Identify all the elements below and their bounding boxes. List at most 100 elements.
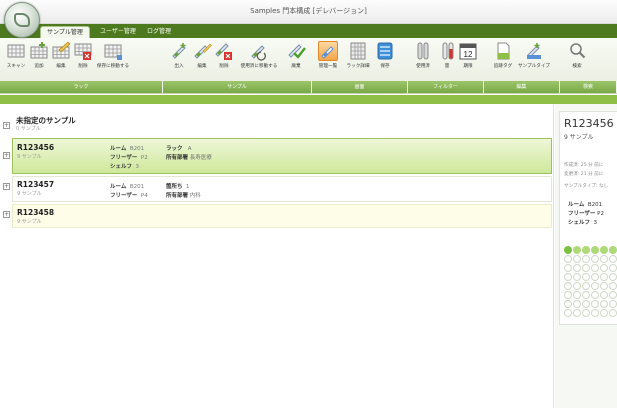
tube-red-icon [438,41,458,61]
empty-slot-dot[interactable] [564,291,572,299]
empty-slot-dot[interactable] [600,255,608,263]
storage-button[interactable]: 保存 [375,41,395,77]
empty-slot-dot[interactable] [591,300,599,308]
empty-slot-dot[interactable] [573,264,581,272]
empty-slot-dot[interactable] [600,282,608,290]
empty-slot-dot[interactable] [564,282,572,290]
ribbon-tab-bar: サンプル管理 ユーザー管理 ログ管理 [0,24,617,38]
sample-list-button[interactable]: 管理一覧 [315,41,341,77]
empty-slot-dot[interactable] [600,309,608,317]
empty-slot-dot[interactable] [609,255,617,263]
empty-slot-dot[interactable] [591,282,599,290]
app-logo-icon [14,13,30,27]
expand-toggle-icon[interactable]: + [3,183,10,190]
detail-rack-id: R123456 [564,117,614,130]
rack-detail-card: R123456 9 サンプル 作成済: 25 分 前に 変更済: 21 分 前に… [559,111,617,325]
empty-slot-dot[interactable] [573,282,581,290]
filled-slot-dot[interactable] [564,246,572,254]
grid-delete-icon [73,41,93,61]
tab-log-management[interactable]: ログ管理 [141,26,177,38]
empty-slot-dot[interactable] [600,273,608,281]
empty-slot-dot[interactable] [582,273,590,281]
empty-slot-dot[interactable] [609,264,617,272]
rack-field: ラック A [166,146,192,152]
tube-type-icon [524,41,544,61]
empty-slot-dot[interactable] [582,282,590,290]
filled-slot-dot[interactable] [600,246,608,254]
app-menu-button[interactable] [4,2,40,38]
expand-toggle-icon[interactable]: + [3,122,10,129]
empty-slot-dot[interactable] [600,291,608,299]
empty-slot-dot[interactable] [591,291,599,299]
edit-sample-button[interactable]: 編集 [192,41,212,77]
rack-sample-count: 9 サンプル [17,191,42,197]
rack-id: R123458 [17,208,55,217]
filter-amount-button[interactable]: 量 [438,41,456,77]
discard-sample-button[interactable]: 廃棄 [284,41,308,77]
empty-slot-dot[interactable] [609,300,617,308]
window-title: Samples 門本構成 [デレバージョン] [250,7,367,15]
delete-rack-button[interactable]: 削除 [73,41,93,77]
empty-slot-dot[interactable] [591,309,599,317]
empty-slot-dot[interactable] [582,309,590,317]
sample-type-button[interactable]: サンプルタイプ [518,41,550,77]
rack-icon [348,41,368,61]
add-rack-button[interactable]: 追加 [29,41,49,77]
unassigned-group-header[interactable]: 未指定のサンプル 0 サンプル [12,113,552,134]
empty-slot-dot[interactable] [564,300,572,308]
empty-slot-dot[interactable] [582,300,590,308]
scan-button[interactable]: スキャン [5,41,27,77]
move-to-used-button[interactable]: 使用済に移動する [236,41,282,77]
empty-slot-dot[interactable] [609,309,617,317]
empty-slot-dot[interactable] [564,309,572,317]
empty-slot-dot[interactable] [564,255,572,263]
search-button[interactable]: 検索 [566,41,588,77]
detail-freezer: フリーザー P2 [568,211,604,217]
filled-slot-dot[interactable] [582,246,590,254]
freezer-field: フリーザー P4 [110,193,148,199]
detail-sample-count: 9 サンプル [564,134,594,141]
empty-slot-dot[interactable] [609,273,617,281]
empty-slot-dot[interactable] [573,273,581,281]
edit-rack-button[interactable]: 編集 [51,41,71,77]
empty-slot-dot[interactable] [609,291,617,299]
filled-slot-dot[interactable] [573,246,581,254]
empty-slot-dot[interactable] [564,264,572,272]
checkout-sample-button[interactable]: 出入 [168,41,190,77]
calendar-day: 12 [464,50,473,59]
table-row[interactable]: R123456 9 サンプル ルーム B201 フリーザー P2 シェルフ 3 … [12,138,552,174]
empty-slot-dot[interactable] [573,291,581,299]
empty-slot-dot[interactable] [591,273,599,281]
empty-slot-dot[interactable] [573,255,581,263]
empty-slot-dot[interactable] [591,255,599,263]
storage-icon [375,41,395,61]
table-row[interactable]: R123458 9 サンプル [12,204,552,228]
filled-slot-dot[interactable] [609,246,617,254]
empty-slot-dot[interactable] [582,264,590,272]
filled-slot-dot[interactable] [591,246,599,254]
filter-period-button[interactable]: 12 期限 [458,41,478,77]
rack-detail-button[interactable]: ラック詳細 [345,41,371,77]
empty-slot-dot[interactable] [600,264,608,272]
filter-used-button[interactable]: 使用済 [412,41,434,77]
move-to-storage-button[interactable]: 保存に移動する [95,41,131,77]
empty-slot-dot[interactable] [564,273,572,281]
empty-slot-dot[interactable] [573,309,581,317]
empty-slot-dot[interactable] [573,300,581,308]
empty-slot-dot[interactable] [609,282,617,290]
green-separator-bar [0,95,617,104]
empty-slot-dot[interactable] [600,300,608,308]
group-sample: サンプル [163,81,312,93]
tab-sample-management[interactable]: サンプル管理 [40,26,90,38]
remove-sample-button[interactable]: 削除 [214,41,234,77]
group-search: 検索 [560,81,617,93]
expand-toggle-icon[interactable]: + [3,211,10,218]
test-tube-move-icon [249,41,269,61]
tab-user-management[interactable]: ユーザー管理 [94,26,142,38]
empty-slot-dot[interactable] [591,264,599,272]
add-tag-button[interactable]: 追跡タグ [490,41,516,77]
expand-toggle-icon[interactable]: + [3,152,10,159]
empty-slot-dot[interactable] [582,255,590,263]
empty-slot-dot[interactable] [582,291,590,299]
table-row[interactable]: R123457 9 サンプル ルーム B201 フリーザー P4 箇所ち 1 所… [12,176,552,202]
